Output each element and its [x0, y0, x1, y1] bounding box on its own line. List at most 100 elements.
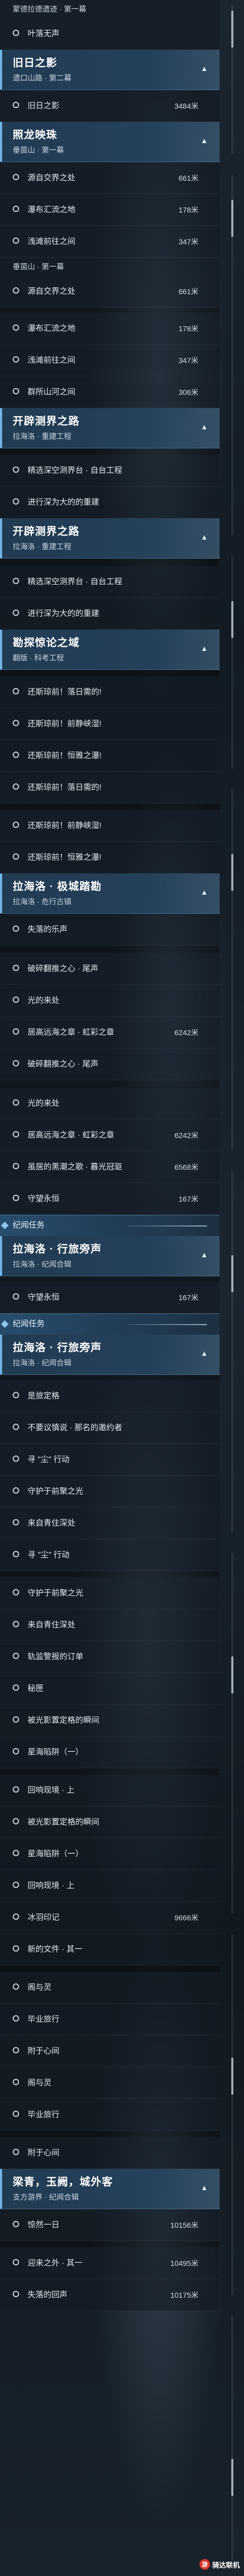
- quest-item[interactable]: 还斯琼前！前静峡湿!: [0, 708, 220, 740]
- quest-item[interactable]: 叶落无声: [0, 18, 220, 50]
- quest-item[interactable]: 轨监警报的订单: [0, 1641, 220, 1673]
- circle-bullet-icon: [13, 1684, 19, 1691]
- quest-group-header[interactable]: 开辟测界之路 拉海洛 · 重建工程 ▲: [0, 518, 220, 559]
- quest-item[interactable]: 还斯琼前！前静峡湿!: [0, 810, 220, 842]
- quest-item[interactable]: 进行深为大的的重建: [0, 598, 220, 630]
- chevron-up-icon[interactable]: ▲: [198, 1249, 210, 1260]
- quest-item[interactable]: 瀑布汇流之地 178米: [0, 313, 220, 345]
- quest-item[interactable]: 还斯琼前！落日需的!: [0, 676, 220, 708]
- quest-group-header[interactable]: 梁青，玉阙，城外客 支方游界 · 纪闻合辑 ▲: [0, 2169, 220, 2209]
- quest-item[interactable]: 还斯琼前！恒雅之瀑!: [0, 842, 220, 874]
- quest-group-header[interactable]: 拉海洛 · 极城踏勘 拉海洛 · 危行古镇 ▲: [0, 874, 220, 914]
- quest-group-header[interactable]: 勘探惊论之域 翻版 · 科考工程 ▲: [0, 630, 220, 670]
- scrollbar-track[interactable]: [231, 1935, 233, 2295]
- scrollbar-thumb[interactable]: [231, 1255, 233, 1292]
- quest-item[interactable]: 旧日之影 3484米: [0, 90, 220, 122]
- quest-item[interactable]: 破碎翻推之心 · 尾声: [0, 953, 220, 985]
- quest-item-distance: 10156米: [170, 2221, 198, 2229]
- scrollbar-track[interactable]: [231, 1553, 233, 1913]
- scrollbar-track[interactable]: [231, 2316, 233, 2560]
- quest-item[interactable]: 居高远海之章 · 虹彩之章 6242米: [0, 1119, 220, 1151]
- quest-group-header[interactable]: 拉海洛 · 行旅旁声 拉海洛 · 纪闻合辑 ▲: [0, 1335, 220, 1375]
- quest-item[interactable]: 还斯琼前！恒雅之瀑!: [0, 740, 220, 772]
- quest-item[interactable]: 被光影置定格的瞬间: [0, 1806, 220, 1838]
- chevron-up-icon[interactable]: ▲: [198, 63, 210, 74]
- quest-item[interactable]: 群所山河之间 306米: [0, 376, 220, 408]
- scrollbar-thumb[interactable]: [231, 854, 233, 891]
- quest-item[interactable]: 守护于前聚之光: [0, 1577, 220, 1609]
- quest-item[interactable]: 是旅定格: [0, 1380, 220, 1412]
- quest-item[interactable]: 失落的回声 10175米: [0, 2279, 220, 2311]
- quest-item[interactable]: 瀑布汇流之地 178米: [0, 194, 220, 226]
- quest-item[interactable]: 回响现境 · 上: [0, 1775, 220, 1806]
- quest-item[interactable]: 进行深为大的的重建: [0, 487, 220, 518]
- header-accent-bar: [0, 874, 2, 913]
- quest-item-label: 守望永恒: [28, 1194, 60, 1203]
- quest-item[interactable]: 破碎翻推之心 · 尾声: [0, 1048, 220, 1080]
- quest-item[interactable]: 守护于前聚之光: [0, 1476, 220, 1507]
- quest-item[interactable]: 光的来处: [0, 1088, 220, 1119]
- quest-item[interactable]: 附于心间: [0, 2137, 220, 2169]
- scrollbar-thumb[interactable]: [231, 2459, 233, 2496]
- quest-item[interactable]: 秘匣: [0, 1673, 220, 1705]
- quest-item-label: 星海陷阱（一）: [28, 1849, 84, 1858]
- quest-item[interactable]: 新的文件 · 其一: [0, 1934, 220, 1965]
- quest-group-header[interactable]: 旧日之影 遗口山路 · 第二幕 ▲: [0, 50, 220, 90]
- quest-item[interactable]: 光的来处: [0, 985, 220, 1017]
- scrollbar-thumb[interactable]: [231, 2058, 233, 2095]
- quest-group-subtitle: 支方游界 · 纪闻合辑: [13, 2193, 79, 2201]
- scrollbar-thumb[interactable]: [231, 200, 233, 237]
- quest-group-header[interactable]: 拉海洛 · 行旅旁声 拉海洛 · 纪闻合辑 ▲: [0, 1236, 220, 1276]
- circle-bullet-icon: [13, 2291, 19, 2297]
- chevron-up-icon[interactable]: ▲: [198, 531, 210, 543]
- quest-group-header[interactable]: 照龙映珠 垂茵山 · 第一幕 ▲: [0, 122, 220, 162]
- quest-item[interactable]: 不要议慎说 · 那名的邀约者: [0, 1412, 220, 1444]
- quest-group-header[interactable]: 开辟测界之路 拉海洛 · 重建工程 ▲: [0, 408, 220, 448]
- quest-item[interactable]: 精选深空测界台 · 自台工程: [0, 566, 220, 598]
- quest-item[interactable]: 源自交界之处 661米: [0, 276, 220, 307]
- quest-item[interactable]: 居高远海之章 · 虹彩之章 6242米: [0, 1017, 220, 1048]
- quest-item[interactable]: 毕业旅行: [0, 2004, 220, 2035]
- chevron-up-icon[interactable]: ▲: [198, 2182, 210, 2193]
- quest-item[interactable]: 阁与灵: [0, 1972, 220, 2004]
- quest-item[interactable]: 还斯琼前！落日需的!: [0, 772, 220, 804]
- quest-item[interactable]: 被光影置定格的瞬间: [0, 1705, 220, 1736]
- quest-item[interactable]: 来自青住深处: [0, 1507, 220, 1539]
- scrollbar-track[interactable]: [231, 790, 233, 1150]
- quest-item[interactable]: 源自交界之处 661米: [0, 162, 220, 194]
- quest-item[interactable]: 星海陷阱（一）: [0, 1838, 220, 1870]
- quest-item[interactable]: 冰羽印记 9666米: [0, 1902, 220, 1934]
- quest-item[interactable]: 来自青住深处: [0, 1609, 220, 1641]
- quest-item[interactable]: 回响现境 · 上: [0, 1870, 220, 1902]
- scrollbar-track[interactable]: [231, 557, 233, 769]
- quest-item-distance: 178米: [178, 206, 198, 214]
- scrollbar-thumb[interactable]: [231, 601, 233, 638]
- quest-item[interactable]: 星海陷阱（一）: [0, 1736, 220, 1768]
- quest-item[interactable]: 精选深空测界台 · 自台工程: [0, 455, 220, 487]
- scrollbar-track[interactable]: [231, 1171, 233, 1532]
- quest-item[interactable]: 浅滩前往之间 347米: [0, 345, 220, 376]
- scrollbar-thumb[interactable]: [231, 11, 233, 48]
- quest-item-label: 失落的乐声: [28, 925, 68, 934]
- quest-item[interactable]: 守望永恒 167米: [0, 1282, 220, 1313]
- quest-item-label: 还斯琼前！落日需的!: [28, 783, 102, 792]
- quest-item[interactable]: 失落的乐声: [0, 914, 220, 946]
- chevron-up-icon[interactable]: ▲: [198, 135, 210, 146]
- chevron-up-icon[interactable]: ▲: [198, 1347, 210, 1359]
- quest-item[interactable]: 迎来之外 · 其一 10495米: [0, 2247, 220, 2279]
- quest-item[interactable]: 寻 "尘" 行动: [0, 1444, 220, 1476]
- quest-item[interactable]: 惊然一日 10156米: [0, 2209, 220, 2241]
- quest-item[interactable]: 寻 "尘" 行动: [0, 1539, 220, 1571]
- scrollbar-thumb[interactable]: [231, 1656, 233, 1693]
- quest-item[interactable]: 虽居的黑潮之歌 · 暮光冠驱 6568米: [0, 1151, 220, 1183]
- circle-bullet-icon: [13, 2111, 19, 2117]
- segment-gap: [0, 2241, 220, 2247]
- quest-item[interactable]: 毕业旅行: [0, 2099, 220, 2131]
- quest-item[interactable]: 守望永恒 167米: [0, 1183, 220, 1215]
- quest-item[interactable]: 附于心间: [0, 2035, 220, 2067]
- chevron-up-icon[interactable]: ▲: [198, 421, 210, 433]
- quest-item[interactable]: 浅滩前往之间 347米: [0, 226, 220, 258]
- quest-item[interactable]: 阁与灵: [0, 2067, 220, 2099]
- chevron-up-icon[interactable]: ▲: [198, 886, 210, 898]
- chevron-up-icon[interactable]: ▲: [198, 642, 210, 654]
